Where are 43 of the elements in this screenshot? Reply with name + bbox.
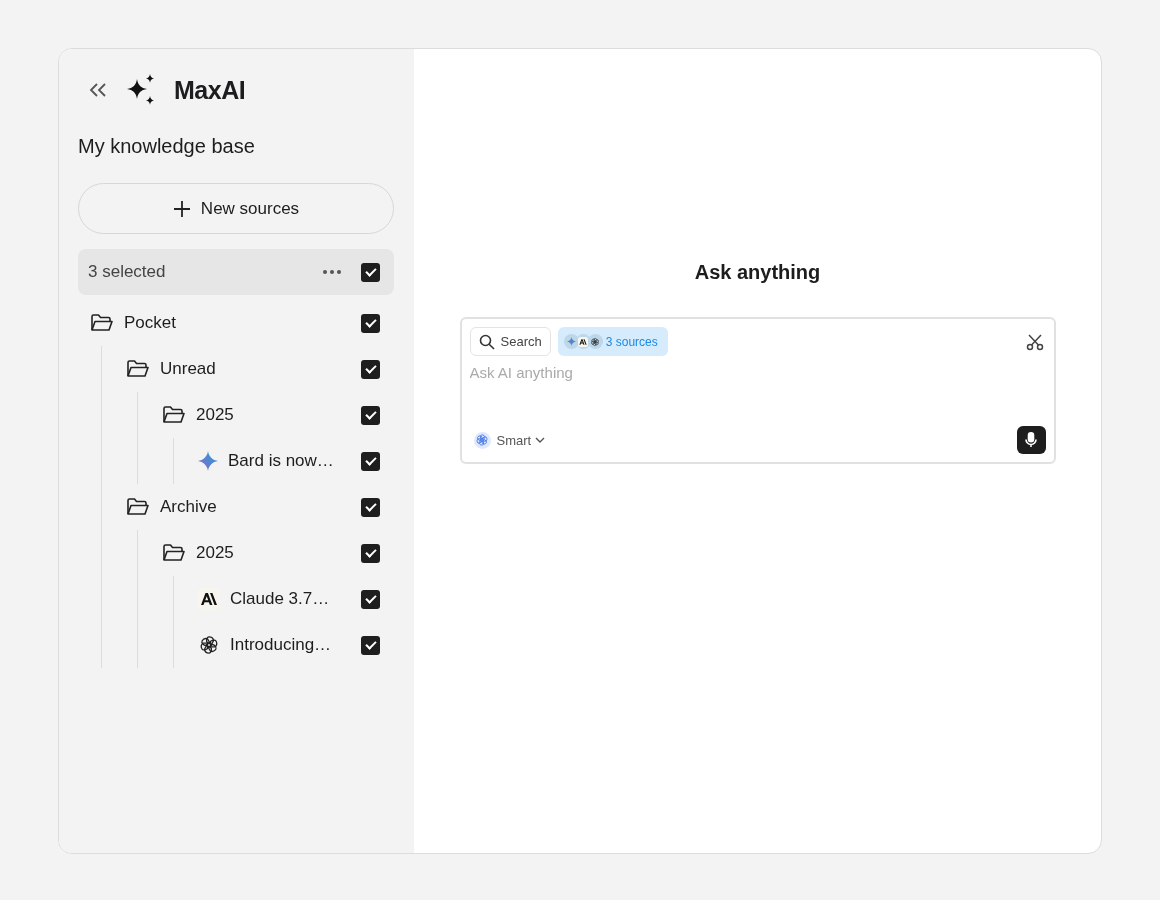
checkbox[interactable] [361, 635, 380, 655]
checkbox[interactable] [361, 359, 380, 379]
checkbox[interactable] [361, 589, 380, 609]
document-title[interactable]: Introducing… [230, 635, 351, 655]
folder-name[interactable]: Unread [160, 359, 351, 379]
search-chip[interactable]: Search [469, 327, 551, 356]
folder-name[interactable]: Archive [160, 497, 351, 517]
model-selector[interactable]: Smart [469, 431, 550, 449]
checkbox[interactable] [361, 313, 380, 333]
folder-icon [126, 359, 150, 379]
checkbox[interactable] [361, 497, 380, 517]
folder-name[interactable]: 2025 [196, 543, 351, 563]
checkbox[interactable] [361, 405, 380, 425]
sparkle-icon [566, 337, 576, 346]
document-title[interactable]: Claude 3.7… [230, 589, 351, 609]
microphone-icon [1025, 432, 1037, 448]
checkbox[interactable] [361, 543, 380, 563]
knot-icon [475, 433, 489, 447]
folder-icon [162, 405, 186, 425]
folder-name[interactable]: Pocket [124, 313, 351, 333]
knot-icon [590, 336, 601, 347]
checkbox[interactable] [361, 451, 380, 471]
document-title[interactable]: Bard is now… [228, 451, 351, 471]
plus-icon [172, 199, 191, 218]
collapse-icon[interactable] [88, 82, 108, 98]
section-title: My knowledge base [78, 135, 256, 159]
microphone-button[interactable] [1016, 426, 1046, 454]
prompt-input[interactable]: Ask AI anything [469, 364, 1046, 381]
selection-count: 3 selected [88, 262, 167, 282]
brand-name: MaxAI [174, 75, 246, 105]
folder-icon [162, 543, 186, 563]
letter-mark-icon [578, 336, 589, 347]
more-icon[interactable] [323, 270, 341, 274]
main-heading: Ask anything [694, 261, 821, 284]
knot-icon [198, 634, 220, 656]
checkbox[interactable] [361, 262, 380, 282]
folder-icon [90, 313, 114, 333]
search-icon [478, 333, 495, 350]
folder-icon [126, 497, 150, 517]
sparkle-icon [198, 451, 218, 471]
chevron-down-icon [535, 437, 546, 443]
folder-name[interactable]: 2025 [196, 405, 351, 425]
scissors-icon [1025, 332, 1044, 351]
